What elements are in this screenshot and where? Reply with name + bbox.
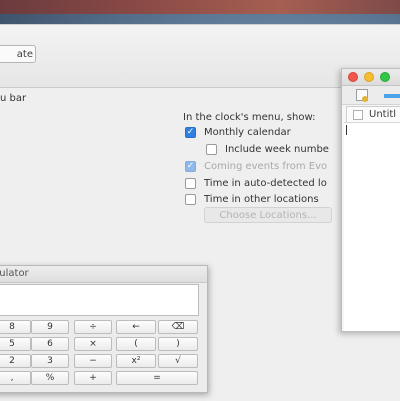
- clock-menu-heading: In the clock's menu, show:: [183, 112, 316, 123]
- calculator-titlebar: lculator: [0, 266, 207, 283]
- key-equals[interactable]: =: [116, 371, 198, 385]
- key-2[interactable]: 2: [0, 354, 31, 368]
- key-subtract[interactable]: −: [74, 354, 112, 368]
- key-add[interactable]: +: [74, 371, 112, 385]
- week-numbers-checkbox[interactable]: [206, 143, 217, 155]
- auto-detected-time-checkbox[interactable]: [185, 177, 196, 189]
- key-8[interactable]: 8: [0, 320, 31, 334]
- desktop-wallpaper-top: [0, 0, 400, 14]
- auto-detected-time-label: Time in auto-detected lo: [204, 177, 327, 189]
- text-caret: [346, 125, 347, 135]
- key-9[interactable]: 9: [31, 320, 69, 334]
- auto-detected-time-option[interactable]: Time in auto-detected lo: [185, 176, 327, 190]
- calculator-display[interactable]: [0, 284, 199, 316]
- maximize-window-icon[interactable]: [380, 72, 390, 82]
- undo-arrow-icon[interactable]: ←: [116, 320, 156, 334]
- key-close-paren[interactable]: ): [158, 337, 198, 351]
- key-square[interactable]: x²: [116, 354, 156, 368]
- coming-events-label: Coming events from Evo: [204, 160, 328, 172]
- editor-titlebar: [342, 69, 400, 86]
- new-document-icon[interactable]: [356, 89, 368, 102]
- week-numbers-label: Include week numbe: [225, 143, 329, 155]
- untitled-document-tab[interactable]: Untitl: [346, 106, 400, 122]
- monthly-calendar-checkbox[interactable]: ✓: [185, 126, 196, 138]
- backspace-icon[interactable]: ⌫: [158, 320, 198, 334]
- document-icon: [353, 110, 363, 120]
- monthly-calendar-label: Monthly calendar: [204, 126, 291, 138]
- menu-bar-label: u bar: [0, 93, 27, 104]
- settings-toolbar: ate: [0, 25, 400, 88]
- document-tab-label: Untitl: [369, 109, 397, 120]
- calculator-window: lculator 8 9 ÷ ← ⌫ 5 6 × ( ) 2 3 − x² √ …: [0, 265, 208, 393]
- key-divide[interactable]: ÷: [74, 320, 112, 334]
- key-comma[interactable]: ,: [0, 371, 31, 385]
- calculator-title: lculator: [0, 268, 29, 279]
- key-6[interactable]: 6: [31, 337, 69, 351]
- toolbar-highlight: [384, 94, 400, 98]
- coming-events-option: ✓ Coming events from Evo: [185, 159, 327, 173]
- key-percent[interactable]: %: [31, 371, 69, 385]
- minimize-window-icon[interactable]: [364, 72, 374, 82]
- other-locations-checkbox[interactable]: [185, 193, 196, 205]
- choose-locations-button: Choose Locations...: [204, 207, 332, 223]
- key-open-paren[interactable]: (: [116, 337, 156, 351]
- coming-events-checkbox: ✓: [185, 160, 196, 172]
- other-locations-option[interactable]: Time in other locations: [185, 192, 319, 206]
- key-5[interactable]: 5: [0, 337, 31, 351]
- monthly-calendar-option[interactable]: ✓ Monthly calendar: [185, 125, 291, 139]
- date-tab-button[interactable]: ate: [0, 45, 36, 63]
- key-multiply[interactable]: ×: [74, 337, 112, 351]
- other-locations-label: Time in other locations: [204, 193, 319, 205]
- text-editor-window: Untitl: [341, 68, 400, 332]
- key-3[interactable]: 3: [31, 354, 69, 368]
- editor-text-area[interactable]: [344, 122, 400, 331]
- editor-toolbar: [342, 86, 400, 105]
- week-numbers-option[interactable]: Include week numbe: [206, 142, 329, 156]
- key-square-root[interactable]: √: [158, 354, 198, 368]
- close-window-icon[interactable]: [348, 72, 358, 82]
